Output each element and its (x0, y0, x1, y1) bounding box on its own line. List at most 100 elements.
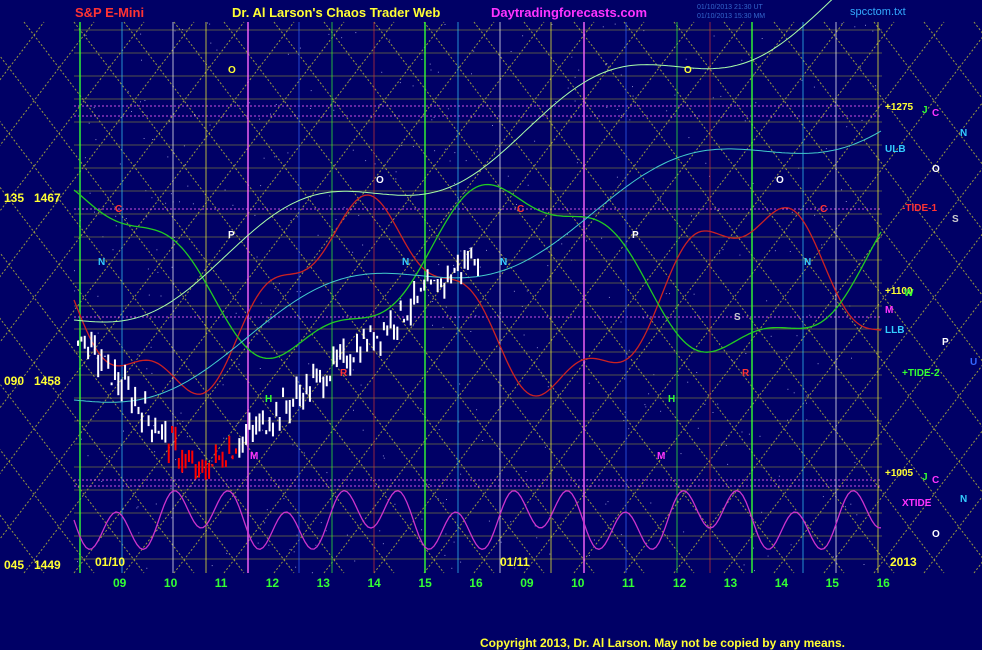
chart-letter: O (376, 175, 384, 186)
star-dot (825, 148, 827, 150)
star-dot (222, 384, 224, 386)
star-dot (841, 189, 842, 191)
star-dot (574, 100, 576, 102)
star-dot (513, 290, 515, 292)
star-dot (648, 393, 650, 395)
star-dot (614, 23, 616, 25)
star-dot (175, 459, 177, 461)
chart-letter: M (657, 451, 665, 462)
star-dot (744, 120, 746, 122)
star-dot (108, 455, 110, 457)
star-dot (629, 119, 631, 121)
star-dot (437, 498, 439, 499)
star-dot (210, 42, 212, 44)
right-label-tide2: +TIDE-2 (902, 368, 940, 379)
y-label-price-1449: 1449 (34, 558, 61, 572)
star-dot (179, 201, 180, 203)
planet-p: P (942, 337, 949, 348)
star-dot (433, 116, 435, 118)
star-dot (268, 321, 270, 323)
star-dot (606, 106, 608, 108)
star-dot (453, 541, 455, 543)
star-dot (685, 58, 687, 60)
star-dot (155, 503, 157, 505)
star-dot (151, 197, 153, 199)
copyright-notice: Copyright 2013, Dr. Al Larson. May not b… (480, 636, 845, 650)
star-dot (693, 293, 695, 295)
chart-letter: N (402, 257, 409, 268)
symbol-title: S&P E-Mini (75, 5, 144, 20)
x-tick-label: 14 (775, 576, 789, 590)
star-dot (588, 555, 590, 556)
star-dot (147, 268, 149, 270)
star-dot (620, 114, 622, 116)
star-dot (719, 252, 721, 254)
star-dot (249, 102, 251, 104)
star-dot (445, 306, 447, 308)
star-dot (713, 35, 715, 37)
year-label: 2013 (890, 555, 917, 569)
x-tick-label: 16 (469, 576, 483, 590)
star-dot (544, 446, 546, 448)
star-dot (289, 549, 291, 550)
star-dot (341, 37, 343, 39)
star-dot (548, 280, 550, 282)
star-dot (822, 496, 824, 498)
star-dot (140, 33, 142, 35)
star-dot (283, 498, 285, 500)
timestamp-line-1: 01/10/2013 21:30 UT (697, 4, 763, 11)
right-label-1275: +1275 (885, 102, 914, 113)
star-dot (759, 435, 761, 437)
star-dot (317, 234, 319, 236)
star-dot (325, 530, 327, 532)
right-label-ulb: ULB (885, 144, 906, 155)
star-dot (767, 555, 769, 557)
planet-c-top: C (932, 108, 939, 119)
chart-letter: N (804, 257, 811, 268)
timestamp-line-2: 01/10/2013 15:30 MM (697, 13, 765, 20)
star-dot (320, 522, 322, 524)
star-dot (761, 38, 763, 39)
star-dot (131, 111, 132, 112)
star-dot (813, 86, 815, 88)
x-tick-label: 14 (368, 576, 382, 590)
chart-letter: H (265, 394, 272, 405)
star-dot (705, 162, 707, 164)
star-dot (335, 219, 337, 220)
star-dot (510, 521, 512, 523)
star-dot (146, 567, 148, 569)
star-dot (793, 392, 795, 394)
star-dot (644, 404, 646, 406)
star-dot (850, 503, 852, 505)
star-dot (74, 270, 75, 272)
star-dot (287, 53, 289, 55)
star-dot (186, 436, 188, 438)
star-dot (387, 159, 389, 161)
star-dot (171, 266, 173, 268)
star-dot (476, 409, 478, 411)
star-dot (863, 564, 865, 565)
star-dot (192, 203, 194, 205)
chart-letter: P (632, 230, 639, 241)
star-dot (412, 325, 414, 327)
star-dot (482, 440, 484, 441)
star-dot (352, 369, 354, 371)
planet-s: S (952, 214, 959, 225)
planet-n-bottom: N (960, 494, 967, 505)
star-dot (459, 383, 461, 385)
star-dot (844, 506, 846, 508)
star-dot (796, 335, 798, 337)
star-dot (464, 192, 466, 194)
star-dot (821, 244, 823, 246)
star-dot (508, 479, 509, 481)
star-dot (429, 63, 431, 65)
star-dot (447, 108, 449, 110)
star-dot (753, 73, 755, 75)
star-dot (696, 372, 698, 373)
star-dot (209, 23, 211, 25)
star-dot (123, 430, 124, 432)
star-dot (444, 24, 446, 25)
filename: spcctom.txt (850, 6, 906, 18)
star-dot (412, 145, 414, 147)
star-dot (471, 73, 472, 75)
